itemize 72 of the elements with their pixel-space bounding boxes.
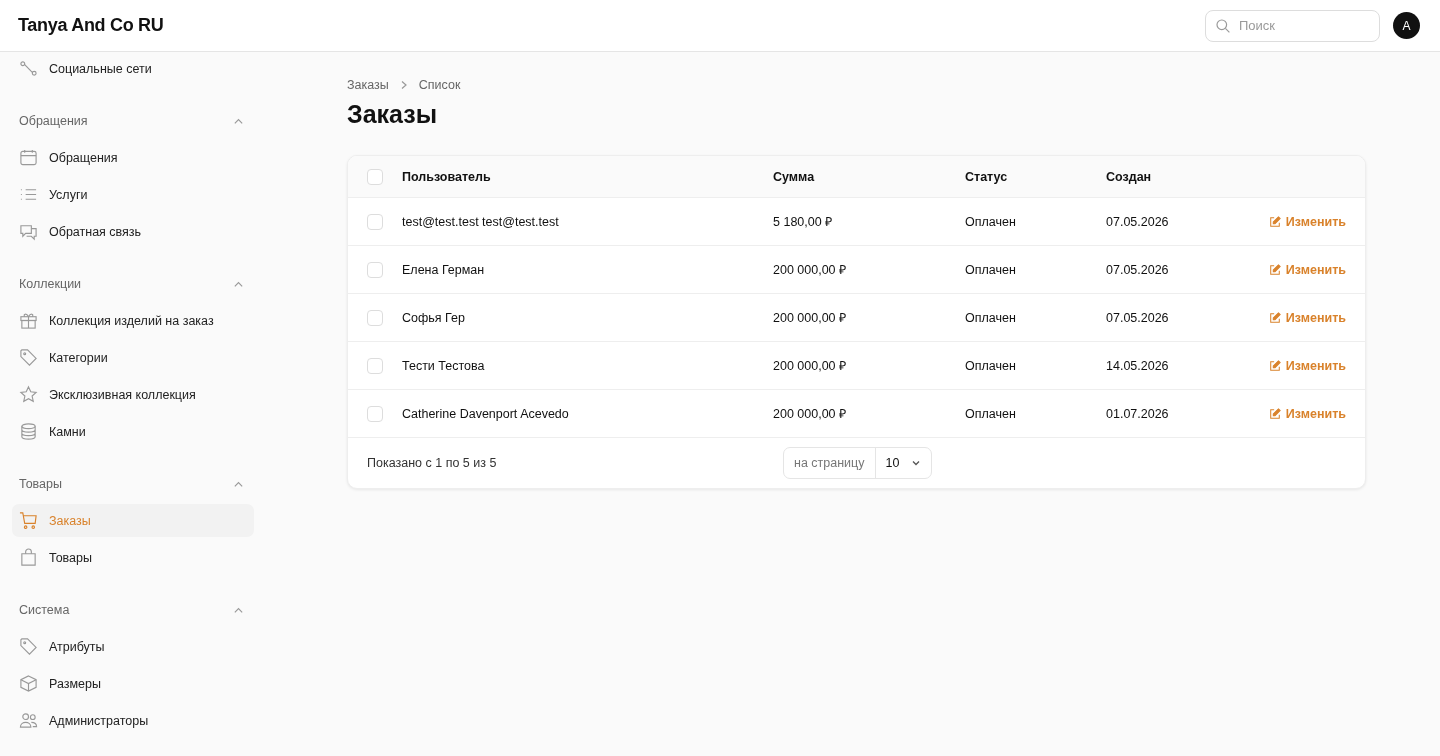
chevron-down-icon [911, 458, 922, 468]
sidebar-item[interactable]: Обратная связь [12, 215, 254, 248]
sidebar-group-title: Система [19, 603, 70, 617]
table-cell: 200 000,00 ₽ [773, 263, 847, 277]
table-cell: 200 000,00 ₽ [773, 407, 847, 421]
table-cell: 200 000,00 ₽ [773, 311, 847, 325]
table-cell: Catherine Davenport Acevedo [402, 406, 569, 421]
table-cell: 200 000,00 ₽ [773, 359, 847, 373]
table-cell: Софья Гер [402, 310, 465, 325]
table-cell: 07.05.2026 [1106, 262, 1169, 277]
brand-title: Tanya And Co RU [18, 15, 164, 36]
sidebar-item[interactable]: Администраторы [12, 704, 254, 737]
calendar-icon [19, 148, 38, 167]
table-cell: 01.07.2026 [1106, 406, 1169, 421]
tag-icon [19, 637, 38, 656]
table-cell: Тести Тестова [402, 358, 485, 373]
column-header[interactable]: Создан [1106, 169, 1152, 184]
row-checkbox[interactable] [367, 357, 383, 374]
sidebar-group-title: Обращения [19, 114, 88, 128]
table-cell: Елена Герман [402, 262, 485, 277]
table-cell: Оплачен [965, 358, 1016, 373]
share-icon [19, 59, 38, 78]
table-cell: 07.05.2026 [1106, 214, 1169, 229]
table-cell: Оплачен [965, 214, 1016, 229]
sidebar-item[interactable]: Обращения [12, 141, 254, 174]
table-cell: Оплачен [965, 310, 1016, 325]
sidebar-item[interactable]: Атрибуты [12, 630, 254, 663]
pagination-summary: Показано с 1 по 5 из 5 [367, 456, 498, 470]
breadcrumb-link[interactable]: Заказы [347, 78, 389, 92]
chat-icon [19, 222, 38, 241]
column-header[interactable]: Сумма [773, 169, 815, 184]
sidebar-group-title: Товары [19, 477, 62, 491]
column-header[interactable]: Пользователь [402, 169, 491, 184]
sidebar-item[interactable]: Социальные сети [12, 52, 254, 85]
row-checkbox[interactable] [367, 405, 383, 422]
shopping-bag-icon [19, 548, 38, 567]
row-checkbox[interactable] [367, 213, 383, 230]
row-checkbox[interactable] [367, 309, 383, 326]
cube-icon [19, 674, 38, 693]
table-cell: Оплачен [965, 262, 1016, 277]
edit-icon [1268, 215, 1281, 228]
sidebar-item[interactable]: Категории [12, 341, 254, 374]
table-cell: Оплачен [965, 406, 1016, 421]
row-checkbox[interactable] [367, 261, 383, 278]
cart-icon [19, 511, 38, 530]
sidebar-item[interactable]: Товары [12, 541, 254, 574]
user-avatar[interactable]: A [1393, 12, 1420, 39]
tag-icon [19, 348, 38, 367]
column-header[interactable]: Статус [965, 169, 1008, 184]
per-page-select[interactable]: на страницу 10 [783, 447, 933, 479]
sidebar-group-title: Коллекции [19, 277, 82, 291]
search-field[interactable]: Поиск [1205, 9, 1380, 42]
table-cell: 5 180,00 ₽ [773, 215, 833, 229]
sidebar-item[interactable]: Камни [12, 415, 254, 448]
page-title: Заказы [347, 100, 439, 129]
edit-icon [1268, 359, 1281, 372]
select-all-checkbox[interactable] [367, 168, 383, 185]
users-icon [19, 711, 38, 730]
sidebar-item[interactable]: Услуги [12, 178, 254, 211]
gift-icon [19, 311, 38, 330]
table-cell: 14.05.2026 [1106, 358, 1169, 373]
edit-icon [1268, 407, 1281, 420]
table-cell: test@test.test test@test.test [402, 214, 559, 229]
edit-icon [1268, 263, 1281, 276]
table-cell: 07.05.2026 [1106, 310, 1169, 325]
edit-icon [1268, 311, 1281, 324]
database-icon [19, 422, 38, 441]
star-icon [19, 385, 38, 404]
sidebar-item[interactable]: Коллекция изделий на заказ [12, 304, 254, 337]
sidebar-item[interactable]: Эксклюзивная коллекция [12, 378, 254, 411]
sidebar-item[interactable]: Размеры [12, 667, 254, 700]
breadcrumb-link[interactable]: Список [418, 78, 461, 92]
